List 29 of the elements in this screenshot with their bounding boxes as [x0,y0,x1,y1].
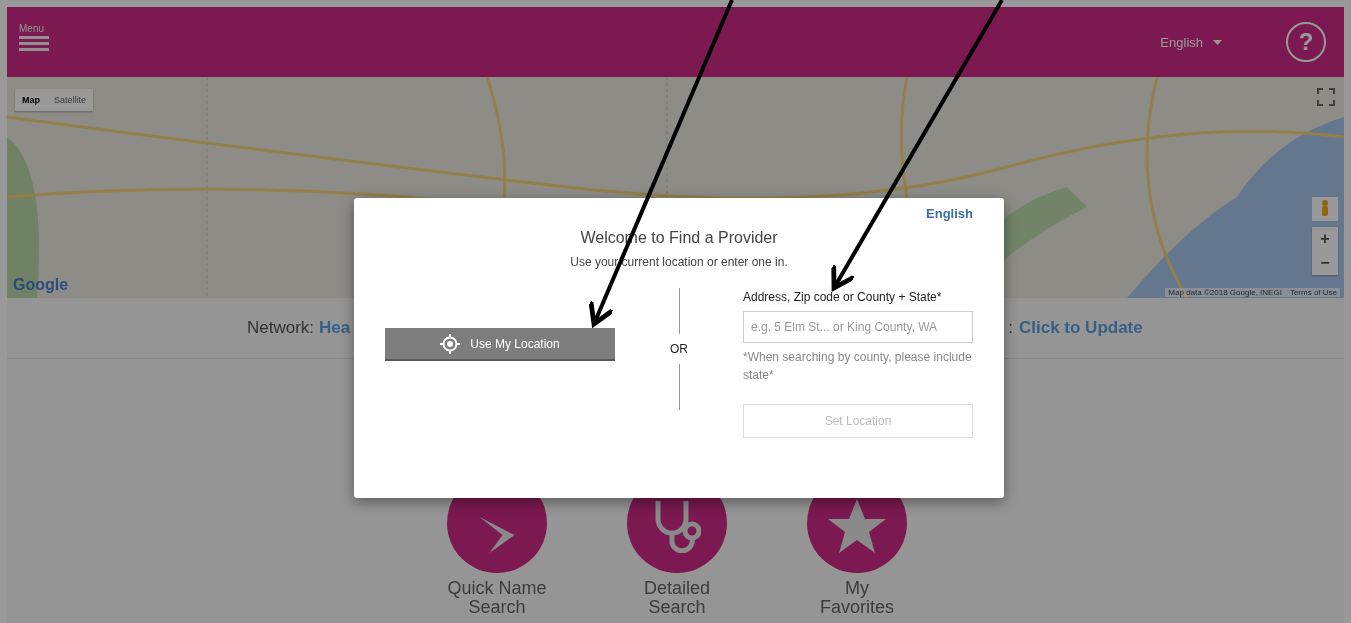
zoom-in-button[interactable]: + [1312,227,1338,251]
language-link[interactable]: English [926,206,973,221]
map-attribution: Map data ©2018 Google, INEGI [1168,288,1282,297]
location-target-icon [440,333,461,354]
network-link[interactable]: Hea [319,318,351,338]
person-icon[interactable] [1312,197,1338,221]
separator-text: : [1008,318,1013,338]
caret-icon [1213,39,1222,45]
menu-button[interactable]: Menu [19,23,49,52]
map-type-button[interactable]: Satellite [47,89,94,111]
map-type-button[interactable]: Map [15,89,47,111]
map-logo: Google [13,276,69,294]
address-label: Address, Zip code or County + State* [743,290,943,304]
help-button[interactable]: ? [1286,22,1326,62]
update-link[interactable]: Click to Update [1019,318,1143,338]
menu-icon [19,36,49,52]
stethoscope-icon [653,499,701,553]
language-dropdown[interactable]: English [1154,33,1228,51]
zoom-out-button[interactable]: − [1312,251,1338,275]
hint-text: *When searching by county, please include state* [743,349,973,384]
arrow-icon [479,517,515,553]
or-divider-text: OR [670,342,688,356]
network-label: Network: [247,318,315,338]
address-field[interactable]: e.g. 5 Elm St... or King County, WA [743,311,973,343]
terms-link[interactable]: Terms of Use [1289,288,1337,297]
star-icon [828,499,886,553]
dialog-subtitle: Use your current location or enter one in. [569,255,789,269]
use-location-button[interactable]: Use My Location [385,328,615,361]
fullscreen-icon[interactable] [1316,87,1336,107]
